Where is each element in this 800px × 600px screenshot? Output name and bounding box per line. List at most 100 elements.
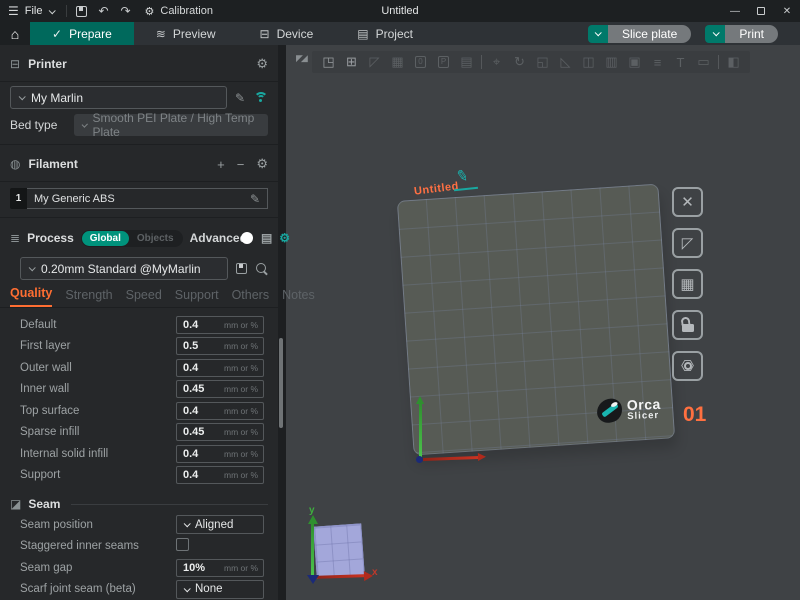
filament-settings-gear-icon[interactable]: ⚙ [256, 156, 268, 172]
scope-objects-option[interactable]: Objects [129, 233, 182, 244]
param-row: Sparse infill mm or % [0, 422, 278, 444]
file-menu[interactable]: ☰ File [0, 4, 62, 18]
tab-notes[interactable]: Notes [282, 288, 315, 307]
bed-type-select[interactable]: Smooth PEI Plate / High Temp Plate [74, 114, 268, 136]
auto-orient-plate-button[interactable]: ◸ [672, 228, 703, 258]
seam-gap-input[interactable] [177, 562, 217, 574]
section-divider [0, 81, 278, 82]
clone-icon[interactable]: ▣ [626, 54, 643, 71]
printer-edit-icon[interactable]: ✎ [235, 91, 245, 105]
add-plate-icon[interactable]: ⊞ [343, 54, 360, 71]
tab-preview[interactable]: ≋ Preview [134, 22, 238, 45]
printer-settings-gear-icon[interactable]: ⚙ [256, 56, 268, 72]
param-input-sparse-infill[interactable] [177, 426, 217, 438]
redo-button[interactable]: ↷ [115, 3, 137, 19]
viewport-3d[interactable]: ◤◢ ◳ ⊞ ◸ ▦ 0 P ▤ ⌖ ↻ ◱ ◺ ◫ ▥ ▣ ≡ T ▭ ◧ U… [294, 45, 800, 600]
filament-icon: ◍ [10, 157, 20, 171]
scope-global-option[interactable]: Global [82, 231, 129, 246]
print-button[interactable]: Print [725, 25, 778, 43]
save-button[interactable] [71, 3, 93, 19]
staggered-seams-checkbox[interactable] [176, 538, 189, 551]
delete-all-button[interactable]: ✕ [672, 187, 703, 217]
collapse-sidebar-icon[interactable]: ◤◢ [296, 53, 306, 64]
plate-overview-thumbnail[interactable]: y x [300, 505, 400, 597]
filament-edit-icon[interactable]: ✎ [250, 192, 260, 206]
filament-preset-select[interactable]: My Generic ABS ✎ [27, 188, 268, 209]
slice-plate-button[interactable]: Slice plate [608, 25, 691, 43]
minimize-button[interactable]: — [722, 0, 748, 22]
maximize-button[interactable] [748, 0, 774, 22]
tab-project[interactable]: ▤ Project [335, 22, 435, 45]
param-label: Support [20, 469, 176, 481]
tab-others[interactable]: Others [232, 288, 270, 307]
close-button[interactable]: ✕ [774, 0, 800, 22]
seam-gap-label: Seam gap [20, 562, 176, 574]
param-input-first-layer[interactable] [177, 340, 217, 352]
text-tool-icon[interactable]: T [672, 54, 689, 71]
param-input-outer-wall[interactable] [177, 362, 217, 374]
copy-icon[interactable]: 0 [412, 54, 429, 71]
print-options-dropdown[interactable] [705, 25, 725, 43]
calibration-button[interactable]: ⚙ Calibration [137, 5, 221, 18]
layers-icon[interactable]: ▤ [458, 54, 475, 71]
param-row: Support mm or % [0, 465, 278, 487]
tab-speed[interactable]: Speed [126, 288, 162, 307]
remove-filament-button[interactable]: − [237, 157, 245, 172]
split-parts-icon[interactable]: ▥ [603, 54, 620, 71]
lock-plate-button[interactable] [672, 310, 703, 340]
titlebar: ☰ File ↶ ↷ ⚙ Calibration Untitled — ✕ [0, 0, 800, 22]
seam-icon: ◪ [10, 497, 21, 511]
param-list-view-icon[interactable]: ▤ [261, 231, 272, 245]
tab-quality[interactable]: Quality [10, 286, 52, 307]
process-graph-icon[interactable]: ⚙ [279, 231, 290, 245]
arrange-icon[interactable]: ▦ [389, 54, 406, 71]
arrange-plate-button[interactable]: ▦ [672, 269, 703, 299]
save-preset-icon[interactable] [236, 263, 247, 274]
param-input-support[interactable] [177, 469, 217, 481]
measure-icon[interactable]: ▭ [695, 54, 712, 71]
param-input-inner-wall[interactable] [177, 383, 217, 395]
assembly-view-icon[interactable]: ◧ [725, 54, 742, 71]
chevron-down-icon [29, 264, 36, 271]
rotate-icon[interactable]: ↻ [511, 54, 528, 71]
param-row: Default mm or % [0, 314, 278, 336]
split-objects-icon[interactable]: ◫ [580, 54, 597, 71]
param-input-default[interactable] [177, 319, 217, 331]
auto-orient-icon[interactable]: ◸ [366, 54, 383, 71]
bed-type-label: Bed type [10, 118, 68, 132]
add-object-icon[interactable]: ◳ [320, 54, 337, 71]
tab-support[interactable]: Support [175, 288, 219, 307]
tab-strength[interactable]: Strength [65, 288, 112, 307]
search-preset-icon[interactable] [255, 262, 268, 275]
filament-index-badge: 1 [10, 188, 27, 209]
scarf-seam-select[interactable]: None [176, 580, 264, 599]
seam-position-select[interactable]: Aligned [176, 515, 264, 534]
redo-icon: ↷ [120, 4, 130, 18]
panel-scrollbar[interactable] [279, 338, 283, 428]
undo-button[interactable]: ↶ [93, 3, 115, 19]
tab-prepare[interactable]: ✓ Prepare [30, 22, 134, 45]
orca-slicer-logo: Orca Slicer [597, 396, 662, 423]
viewport-toolbar: ◳ ⊞ ◸ ▦ 0 P ▤ ⌖ ↻ ◱ ◺ ◫ ▥ ▣ ≡ T ▭ ◧ [312, 51, 750, 73]
scale-icon[interactable]: ◱ [534, 54, 551, 71]
printer-header-label: Printer [28, 57, 67, 71]
parameter-list: Default mm or % First layer mm or % Oute… [0, 308, 278, 486]
variable-layer-height-icon[interactable]: ≡ [649, 54, 666, 71]
plate-settings-button[interactable]: ⎔ [672, 351, 703, 381]
move-icon[interactable]: ⌖ [488, 54, 505, 71]
add-filament-button[interactable]: + [217, 157, 225, 172]
home-button[interactable]: ⌂ [0, 22, 30, 45]
plate-number: 01 [683, 403, 706, 427]
lay-flat-icon[interactable]: ◺ [557, 54, 574, 71]
printer-preset-select[interactable]: My Marlin [10, 86, 227, 109]
sidebar: ⊟ Printer ⚙ My Marlin ✎ Bed type Smooth … [0, 45, 286, 600]
rename-plate-icon[interactable]: ✎ [455, 166, 471, 186]
printer-connection-icon[interactable] [253, 92, 268, 104]
slice-options-dropdown[interactable] [588, 25, 608, 43]
tab-device[interactable]: ⊟ Device [238, 22, 336, 45]
param-input-top-surface[interactable] [177, 405, 217, 417]
paste-icon[interactable]: P [435, 54, 452, 71]
process-preset-select[interactable]: 0.20mm Standard @MyMarlin [20, 257, 228, 280]
param-input-internal-solid-infill[interactable] [177, 448, 217, 460]
param-unit: mm or % [224, 320, 263, 330]
